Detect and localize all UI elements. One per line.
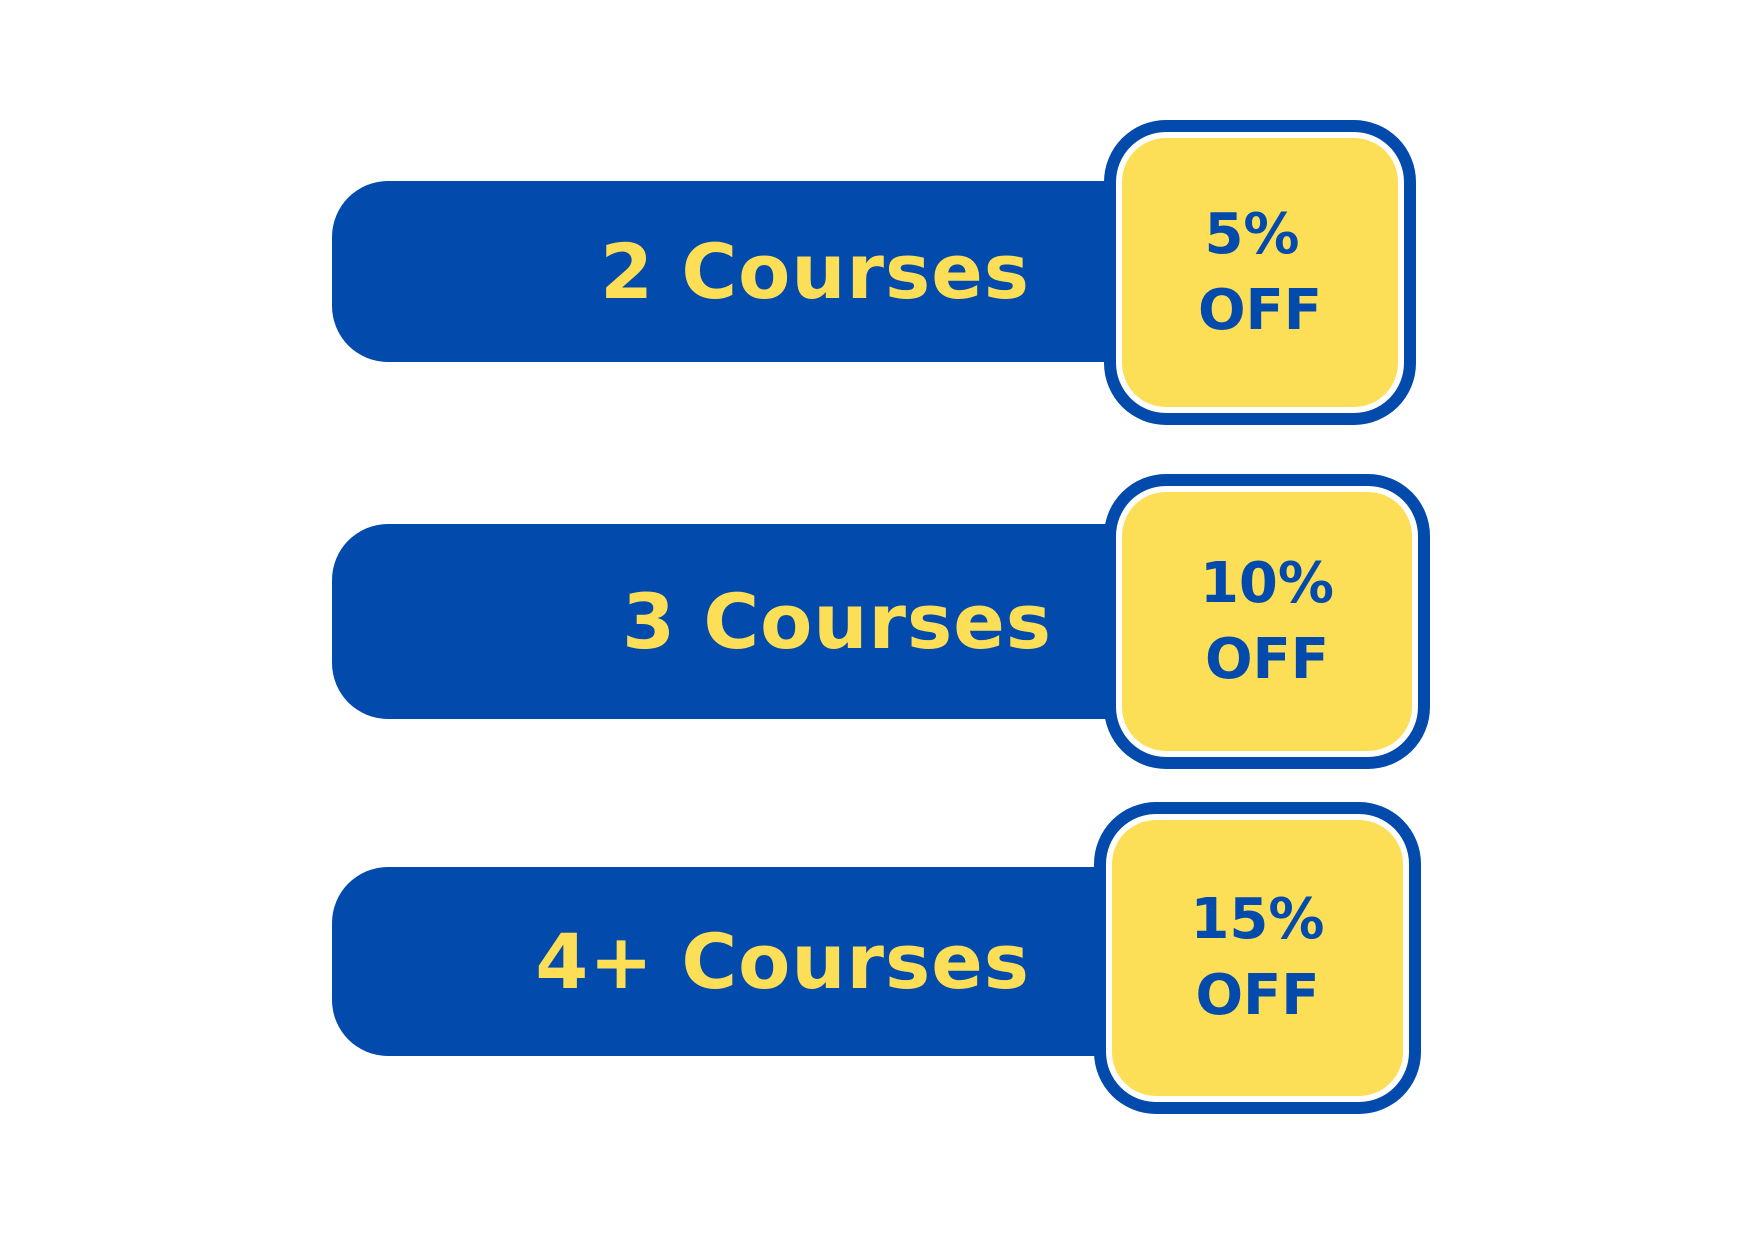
tier-2-discount-percent: 10% xyxy=(1199,550,1335,616)
tier-3-banner: 4+ Courses xyxy=(332,867,1102,1056)
tier-2-discount-off: OFF xyxy=(1204,626,1330,692)
tier-3-discount-percent: 15% xyxy=(1190,887,1325,953)
tier-3-courses-label: 4+ Courses xyxy=(535,917,1030,1006)
tier-2-banner: 3 Courses xyxy=(332,524,1112,719)
tier-1-courses-label: 2 Courses xyxy=(600,227,1030,316)
tier-3-discount-off: OFF xyxy=(1195,963,1320,1028)
tier-2-discount-badge: 10% OFF xyxy=(1110,480,1424,763)
tier-3-discount-badge: 15% OFF xyxy=(1100,808,1415,1108)
tier-1-banner: 2 Courses xyxy=(332,181,1112,362)
tier-1-discount-off: OFF xyxy=(1197,277,1323,343)
tier-2-courses-label: 3 Courses xyxy=(622,577,1052,666)
tier-1-discount-percent: 5% xyxy=(1204,201,1300,267)
tier-1-discount-badge: 5% OFF xyxy=(1110,126,1410,419)
